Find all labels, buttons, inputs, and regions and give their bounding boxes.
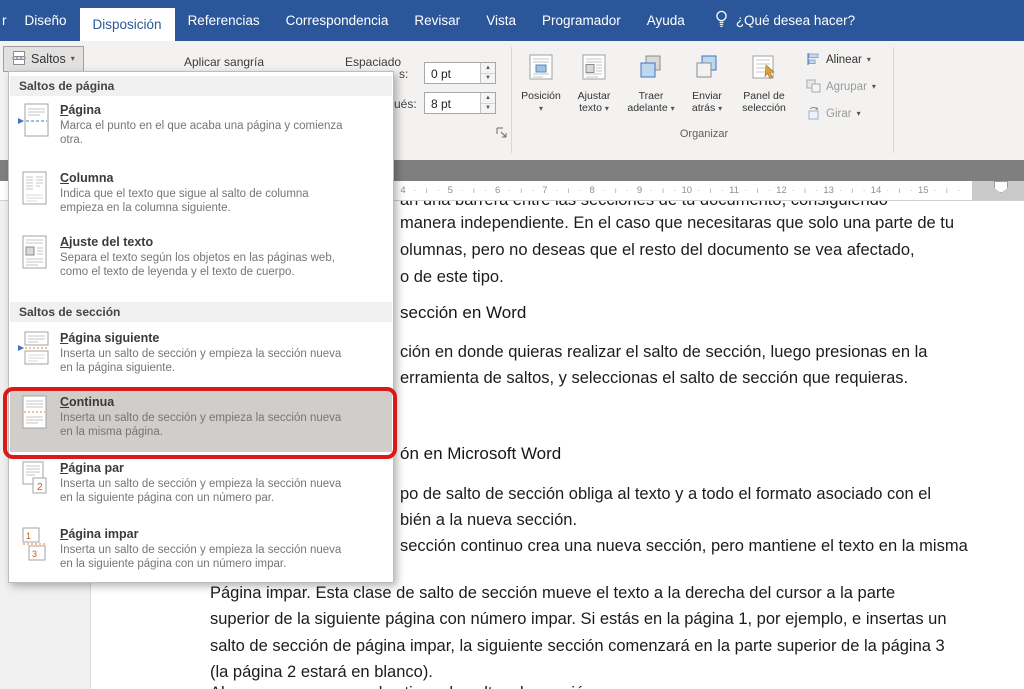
ruler-mark: · <box>839 186 842 195</box>
document-text-line[interactable]: salto de sección de página impar, la sig… <box>210 637 945 656</box>
ruler-mark: · <box>508 186 511 195</box>
menu-item-ajuste-del-texto[interactable]: Ajuste del texto Separa el texto según l… <box>10 230 392 300</box>
even-page-section-break-icon: 2 <box>16 461 52 522</box>
ruler-mark: ı <box>851 186 853 195</box>
menu-item-desc: Inserta un salto de sección y empieza la… <box>60 543 352 571</box>
ruler-mark: · <box>815 186 818 195</box>
menu-item-desc: Separa el texto según los objetos en las… <box>60 251 352 279</box>
ruler-mark: · <box>721 186 724 195</box>
ruler-mark: 9 <box>637 185 642 196</box>
document-text-line[interactable]: po de salto de sección obliga al texto y… <box>400 485 931 504</box>
document-text-line[interactable]: (la página 2 estará en blanco). <box>210 663 433 682</box>
menu-item-desc: Inserta un salto de sección y empieza la… <box>60 477 352 505</box>
ruler-mark: · <box>413 186 416 195</box>
ruler-mark: ı <box>473 186 475 195</box>
menu-item-columna[interactable]: Columna Indica que el texto que sigue al… <box>10 166 392 230</box>
ruler-mark: · <box>910 186 913 195</box>
menu-item-title: Continua <box>60 395 352 409</box>
ruler-mark: · <box>745 186 748 195</box>
document-text-line[interactable]: ción en donde quieras realizar el salto … <box>400 343 927 362</box>
ruler-mark: · <box>957 186 960 195</box>
ruler-mark: ı <box>898 186 900 195</box>
svg-text:2: 2 <box>37 482 43 493</box>
ruler-mark: · <box>674 186 677 195</box>
menu-item-pagina-par[interactable]: 2 Página par Inserta un salto de sección… <box>10 456 392 522</box>
document-text-line[interactable]: o de este tipo. <box>400 268 504 287</box>
ruler-mark: 7 <box>542 185 547 196</box>
ruler-mark: · <box>437 186 440 195</box>
menu-item-desc: Inserta un salto de sección y empieza la… <box>60 347 352 375</box>
menu-item-desc: Indica que el texto que sigue al salto d… <box>60 187 352 215</box>
ruler-mark: · <box>579 186 582 195</box>
ruler-mark: 5 <box>448 185 453 196</box>
document-text-line[interactable]: sección continuo crea una nueva sección,… <box>400 537 968 556</box>
continuous-section-break-icon <box>16 395 52 452</box>
menu-item-continua[interactable]: Continua Inserta un salto de sección y e… <box>10 390 392 452</box>
ruler-mark: · <box>863 186 866 195</box>
menu-item-title: Columna <box>60 171 352 185</box>
menu-item-desc: Inserta un salto de sección y empieza la… <box>60 411 352 439</box>
page-break-icon <box>16 103 52 164</box>
ruler-mark: ı <box>757 186 759 195</box>
ruler-mark: 11 <box>729 185 739 196</box>
ruler-mark: 8 <box>590 185 595 196</box>
next-page-section-break-icon <box>16 331 52 390</box>
ruler-mark: · <box>768 186 771 195</box>
document-text-line[interactable]: Página impar. Esta clase de salto de sec… <box>210 584 895 603</box>
ruler-mark: 13 <box>823 185 834 196</box>
menu-section-section-breaks: Saltos de sección <box>10 302 392 322</box>
odd-page-section-break-icon: 1 3 <box>16 527 52 580</box>
ruler-mark: · <box>934 186 937 195</box>
ruler-mark: ı <box>615 186 617 195</box>
ruler-mark: ı <box>662 186 664 195</box>
ruler-mark: ı <box>520 186 522 195</box>
ruler-mark: 15 <box>918 185 929 196</box>
ruler-mark: · <box>484 186 487 195</box>
ruler-mark: ı <box>804 186 806 195</box>
word-window: r Diseño Disposición Referencias Corresp… <box>0 0 1024 689</box>
breaks-dropdown-menu: Saltos de página Página Marca el punto e… <box>8 71 394 583</box>
svg-text:1: 1 <box>26 531 31 541</box>
menu-item-title: Ajuste del texto <box>60 235 352 249</box>
document-text-line[interactable]: superior de la siguiente página con núme… <box>210 610 947 629</box>
menu-item-desc: Marca el punto en el que acaba una págin… <box>60 119 352 147</box>
menu-item-title: Página siguiente <box>60 331 352 345</box>
document-text-line[interactable]: sección en Word <box>400 303 526 323</box>
document-text-line[interactable]: Ahora que ya conoces los tipos de saltos… <box>210 684 593 689</box>
ruler-mark: · <box>886 186 889 195</box>
ruler-mark: 14 <box>871 185 882 196</box>
document-text-line[interactable]: manera independiente. En el caso que nec… <box>400 214 954 233</box>
ruler-mark: ı <box>709 186 711 195</box>
ruler-mark: · <box>461 186 464 195</box>
menu-item-pagina[interactable]: Página Marca el punto en el que acaba un… <box>10 98 392 164</box>
ruler-mark: 10 <box>682 185 693 196</box>
ruler-mark: · <box>532 186 535 195</box>
ruler-mark: · <box>792 186 795 195</box>
menu-item-pagina-siguiente[interactable]: Página siguiente Inserta un salto de sec… <box>10 326 392 390</box>
menu-item-title: Página par <box>60 461 352 475</box>
ruler-mark: · <box>626 186 629 195</box>
document-text-line[interactable]: olumnas, pero no deseas que el resto del… <box>400 241 915 260</box>
document-text-line[interactable]: bién a la nueva sección. <box>400 511 577 530</box>
ruler-mark: · <box>555 186 558 195</box>
menu-item-title: Página <box>60 103 352 117</box>
ruler-mark: 12 <box>776 185 787 196</box>
menu-item-pagina-impar[interactable]: 1 3 Página impar Inserta un salto de sec… <box>10 522 392 580</box>
menu-section-page-breaks: Saltos de página <box>10 76 392 96</box>
ruler-mark: · <box>603 186 606 195</box>
ruler-mark: ı <box>567 186 569 195</box>
menu-item-title: Página impar <box>60 527 352 541</box>
ruler-mark: 4 <box>400 185 405 196</box>
ruler-mark: · <box>650 186 653 195</box>
ruler-mark: ı <box>946 186 948 195</box>
ruler-mark: 6 <box>495 185 500 196</box>
svg-text:3: 3 <box>32 549 37 559</box>
document-text-line[interactable]: erramienta de saltos, y seleccionas el s… <box>400 369 908 388</box>
ruler-mark: ı <box>425 186 427 195</box>
text-wrap-break-icon <box>16 235 52 300</box>
document-text-line[interactable]: ón en Microsoft Word <box>400 444 561 464</box>
column-break-icon <box>16 171 52 230</box>
ruler-mark: · <box>697 186 700 195</box>
